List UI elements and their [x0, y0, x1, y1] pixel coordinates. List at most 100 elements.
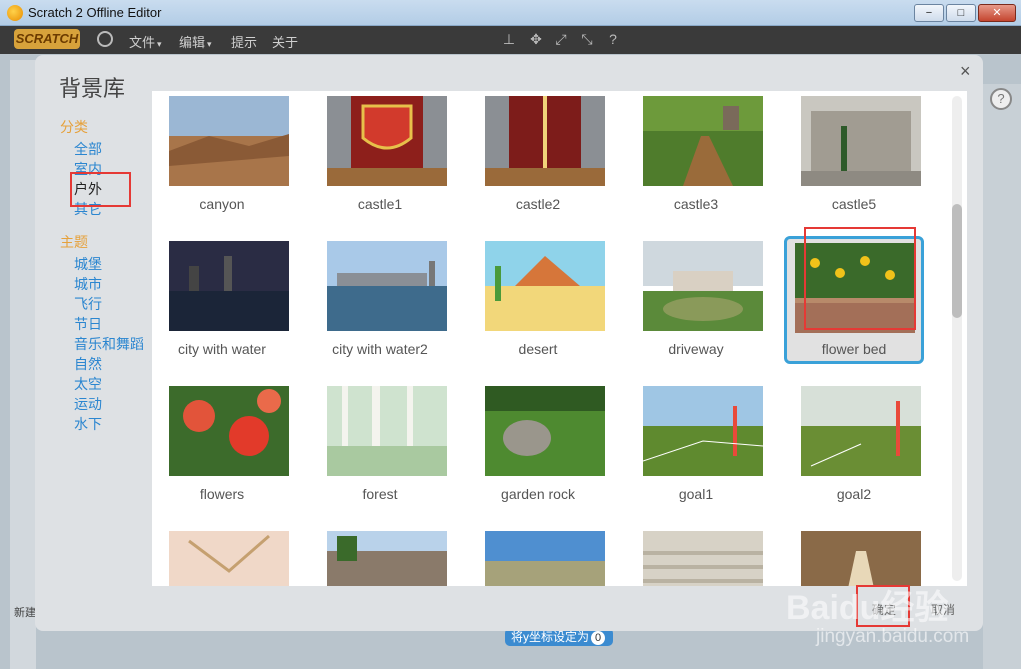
stage-panel — [10, 60, 36, 669]
scrollbar-thumb[interactable] — [952, 204, 962, 318]
stamp-icon[interactable]: ⊥ — [501, 31, 517, 47]
backdrop-label: castle1 — [357, 196, 403, 212]
backdrop-tile[interactable]: goal2 — [784, 381, 924, 509]
chevron-down-icon: ▾ — [207, 39, 212, 49]
new-backdrop-label: 新建 — [14, 607, 36, 619]
shrink-icon[interactable]: ⤡ — [579, 31, 595, 47]
backdrop-tile[interactable]: castle3 — [626, 91, 766, 219]
forest-thumbnail — [327, 386, 447, 476]
chevron-down-icon: ▾ — [157, 39, 162, 49]
backdrop-tile[interactable]: goal1 — [626, 381, 766, 509]
backdrop-label: garden rock — [501, 486, 575, 502]
backdrop-label: castle5 — [831, 196, 877, 212]
backdrop-tile[interactable]: city with water — [152, 236, 292, 364]
window-titlebar: Scratch 2 Offline Editor − □ ✕ — [0, 0, 1021, 26]
backdrop-tile[interactable] — [310, 526, 450, 586]
city-with-water2-thumbnail — [327, 241, 447, 331]
backdrop-tile[interactable]: forest — [310, 381, 450, 509]
highlight-box-flower-bed — [804, 227, 916, 330]
delete-tool-icon[interactable]: ✥ — [528, 31, 544, 47]
theme-flying[interactable]: 飞行 — [74, 294, 102, 314]
highlight-box-outdoors — [70, 172, 131, 207]
theme-holiday[interactable]: 节日 — [74, 314, 102, 334]
category-all[interactable]: 全部 — [74, 139, 102, 159]
language-globe-icon[interactable] — [97, 31, 113, 47]
scratch-cat-icon — [7, 5, 23, 21]
backdrop-tile[interactable]: flowers — [152, 381, 292, 509]
backdrop-label: driveway — [668, 341, 724, 357]
backdrop-tile[interactable]: desert — [468, 236, 608, 364]
maximize-button[interactable]: □ — [946, 4, 976, 22]
menu-file[interactable]: 文件 ▾ — [129, 32, 162, 51]
theme-nature[interactable]: 自然 — [74, 354, 102, 374]
watermark-brand: Baidu经验 — [786, 589, 949, 627]
theme-underwater[interactable]: 水下 — [74, 414, 102, 434]
backdrop-label: castle2 — [515, 196, 561, 212]
scripts-panel — [983, 84, 1021, 669]
backdrop-tile[interactable]: castle1 — [310, 91, 450, 219]
goal2-thumbnail — [801, 386, 921, 476]
theme-city[interactable]: 城市 — [74, 274, 102, 294]
backdrop-tile[interactable]: canyon — [152, 91, 292, 219]
backdrop-tile[interactable]: castle2 — [468, 91, 608, 219]
backdrop-label: goal2 — [836, 486, 872, 502]
theme-castle[interactable]: 城堡 — [74, 254, 102, 274]
backdrop-thumbnail — [643, 531, 763, 586]
menu-about[interactable]: 关于 — [272, 32, 298, 51]
city-with-water-thumbnail — [169, 241, 289, 331]
canyon-thumbnail — [169, 96, 289, 186]
garden-rock-thumbnail — [485, 386, 605, 476]
backdrop-thumbnail — [327, 531, 447, 586]
backdrop-grid: canyon castle1 castle2 castle3 castle5 c… — [152, 91, 967, 586]
backdrop-label: goal1 — [678, 486, 714, 502]
backdrop-thumbnail — [169, 531, 289, 586]
backdrop-tile[interactable]: city with water2 — [310, 236, 450, 364]
help-icon[interactable]: ? — [990, 88, 1012, 110]
backdrop-label: flower bed — [821, 341, 887, 357]
castle1-thumbnail — [327, 96, 447, 186]
theme-sports[interactable]: 运动 — [74, 394, 102, 414]
menu-edit[interactable]: 编辑 ▾ — [179, 32, 212, 51]
theme-space[interactable]: 太空 — [74, 374, 102, 394]
theme-heading: 主题 — [60, 234, 88, 250]
backdrop-tile[interactable]: castle5 — [784, 91, 924, 219]
castle3-thumbnail — [643, 96, 763, 186]
dialog-title: 背景库 — [59, 76, 126, 101]
backdrop-tile[interactable] — [468, 526, 608, 586]
block-value[interactable]: 0 — [591, 631, 606, 645]
grow-icon[interactable]: ⤢ — [553, 31, 569, 47]
menu-tips[interactable]: 提示 — [231, 32, 257, 51]
menubar: SCRATCH 文件 ▾ 编辑 ▾ 提示 关于 ⊥ ✥ ⤢ ⤡ ? — [0, 26, 1021, 54]
backdrop-label: desert — [518, 341, 558, 357]
grid-scrollbar[interactable] — [952, 96, 962, 581]
backdrop-label: canyon — [199, 196, 245, 212]
backdrop-thumbnail — [801, 531, 921, 586]
castle5-thumbnail — [801, 96, 921, 186]
backdrop-label: forest — [362, 486, 398, 502]
backdrop-tile[interactable]: garden rock — [468, 381, 608, 509]
backdrop-thumbnail — [485, 531, 605, 586]
window-title: Scratch 2 Offline Editor — [28, 5, 162, 20]
castle2-thumbnail — [485, 96, 605, 186]
backdrop-tile[interactable] — [152, 526, 292, 586]
watermark-url: jingyan.baidu.com — [816, 626, 970, 647]
backdrop-label: flowers — [199, 486, 245, 502]
scratch-logo[interactable]: SCRATCH — [14, 29, 80, 49]
backdrop-label: castle3 — [673, 196, 719, 212]
close-icon[interactable]: × — [960, 61, 971, 82]
help-icon[interactable]: ? — [605, 31, 621, 47]
backdrop-tile[interactable] — [626, 526, 766, 586]
driveway-thumbnail — [643, 241, 763, 331]
backdrop-library-dialog: 背景库 × 分类 全部 室内 户外 其它 主题 城堡 城市 飞行 节日 音乐和舞… — [35, 55, 983, 631]
goal1-thumbnail — [643, 386, 763, 476]
backdrop-label: city with water — [178, 341, 266, 357]
window-close-button[interactable]: ✕ — [978, 4, 1016, 22]
flowers-thumbnail — [169, 386, 289, 476]
category-heading: 分类 — [60, 119, 88, 135]
backdrop-tile[interactable] — [784, 526, 924, 586]
desert-thumbnail — [485, 241, 605, 331]
backdrop-label: city with water2 — [332, 341, 428, 357]
backdrop-tile[interactable]: driveway — [626, 236, 766, 364]
theme-music-dance[interactable]: 音乐和舞蹈 — [74, 334, 144, 354]
minimize-button[interactable]: − — [914, 4, 944, 22]
